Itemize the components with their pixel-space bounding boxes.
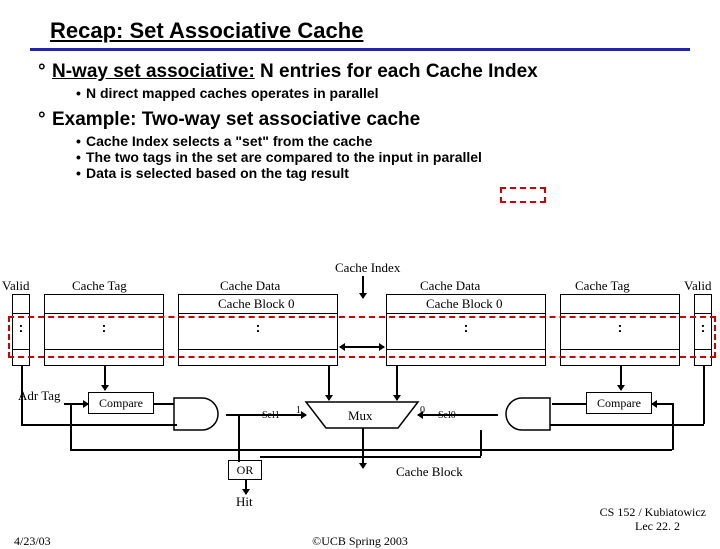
arrow-set-left (340, 346, 362, 348)
label-sel0: Sel0 (438, 410, 456, 421)
wire-valid-left-down (21, 366, 23, 424)
label-tag-right: Cache Tag (575, 278, 630, 294)
footer-copyright: ©UCB Spring 2003 (0, 534, 720, 549)
wire-and-right-to-mux (418, 414, 498, 416)
label-cache-index: Cache Index (335, 260, 400, 276)
and-gate-left (172, 396, 228, 432)
wire-data-right-down (396, 366, 398, 400)
label-tag-left: Cache Tag (72, 278, 127, 294)
wire-adrtag-long-up (672, 403, 674, 450)
wire-data-left-down (328, 366, 330, 400)
cache-diagram: Cache Index Valid Cache Tag Cache Data C… (0, 268, 720, 540)
wire-tag-right-down (620, 366, 622, 390)
bullet-nway: °N-way set associative: N entries for ea… (38, 61, 690, 83)
label-mux: Mux (348, 408, 373, 424)
wire-adrtag-to-compare-r (652, 403, 672, 405)
arrow-cache-index (362, 276, 364, 298)
compare-left: Compare (88, 392, 154, 414)
wire-compare-left-out (154, 403, 174, 405)
red-row-highlight (8, 316, 716, 358)
wire-adrtag-to-compare-l (64, 403, 88, 405)
footer-course2: Lec 22. 2 (635, 519, 680, 534)
wire-adrtag-long-across (70, 449, 672, 451)
label-block0-left: Cache Block 0 (218, 296, 295, 312)
or-gate: OR (228, 460, 262, 480)
bullet-example: °Example: Two-way set associative cache (38, 109, 690, 131)
label-block0-right: Cache Block 0 (426, 296, 503, 312)
sub-ex-1: •Cache Index selects a "set" from the ca… (76, 133, 690, 149)
label-adr-tag: Adr Tag (18, 388, 61, 404)
label-cache-block: Cache Block (396, 464, 463, 480)
label-valid-left: Valid (2, 278, 29, 294)
label-data-right: Cache Data (420, 278, 480, 294)
and-gate-right (496, 396, 552, 432)
label-data-left: Cache Data (220, 278, 280, 294)
wire-mux-out (362, 428, 364, 468)
sub-ex-3: •Data is selected based on the tag resul… (76, 165, 690, 181)
wire-or-out (245, 480, 247, 494)
wire-valid-left-across (21, 424, 177, 426)
wire-andl-down (238, 414, 240, 462)
label-valid-right: Valid (684, 278, 711, 294)
wire-valid-right-across (550, 424, 704, 426)
label-sel1: Sel1 (262, 410, 280, 421)
wire-valid-right-down (703, 366, 705, 424)
sub-ex-2: •The two tags in the set are compared to… (76, 149, 690, 165)
wire-tag-left-down (104, 366, 106, 390)
compare-right: Compare (586, 392, 652, 414)
wire-andr-down (480, 430, 482, 456)
footer-course1: CS 152 / Kubiatowicz (600, 505, 706, 520)
title-rule (30, 48, 690, 51)
wire-adrtag-long-down (70, 405, 72, 449)
label-hit: Hit (236, 494, 253, 510)
arrow-set-right (362, 346, 384, 348)
wire-compare-right-out (552, 403, 586, 405)
wire-andr-across (260, 456, 481, 458)
red-box-set-callout (500, 187, 546, 203)
slide-title: Recap: Set Associative Cache (50, 18, 690, 44)
sub-nway-1: •N direct mapped caches operates in para… (76, 85, 690, 101)
